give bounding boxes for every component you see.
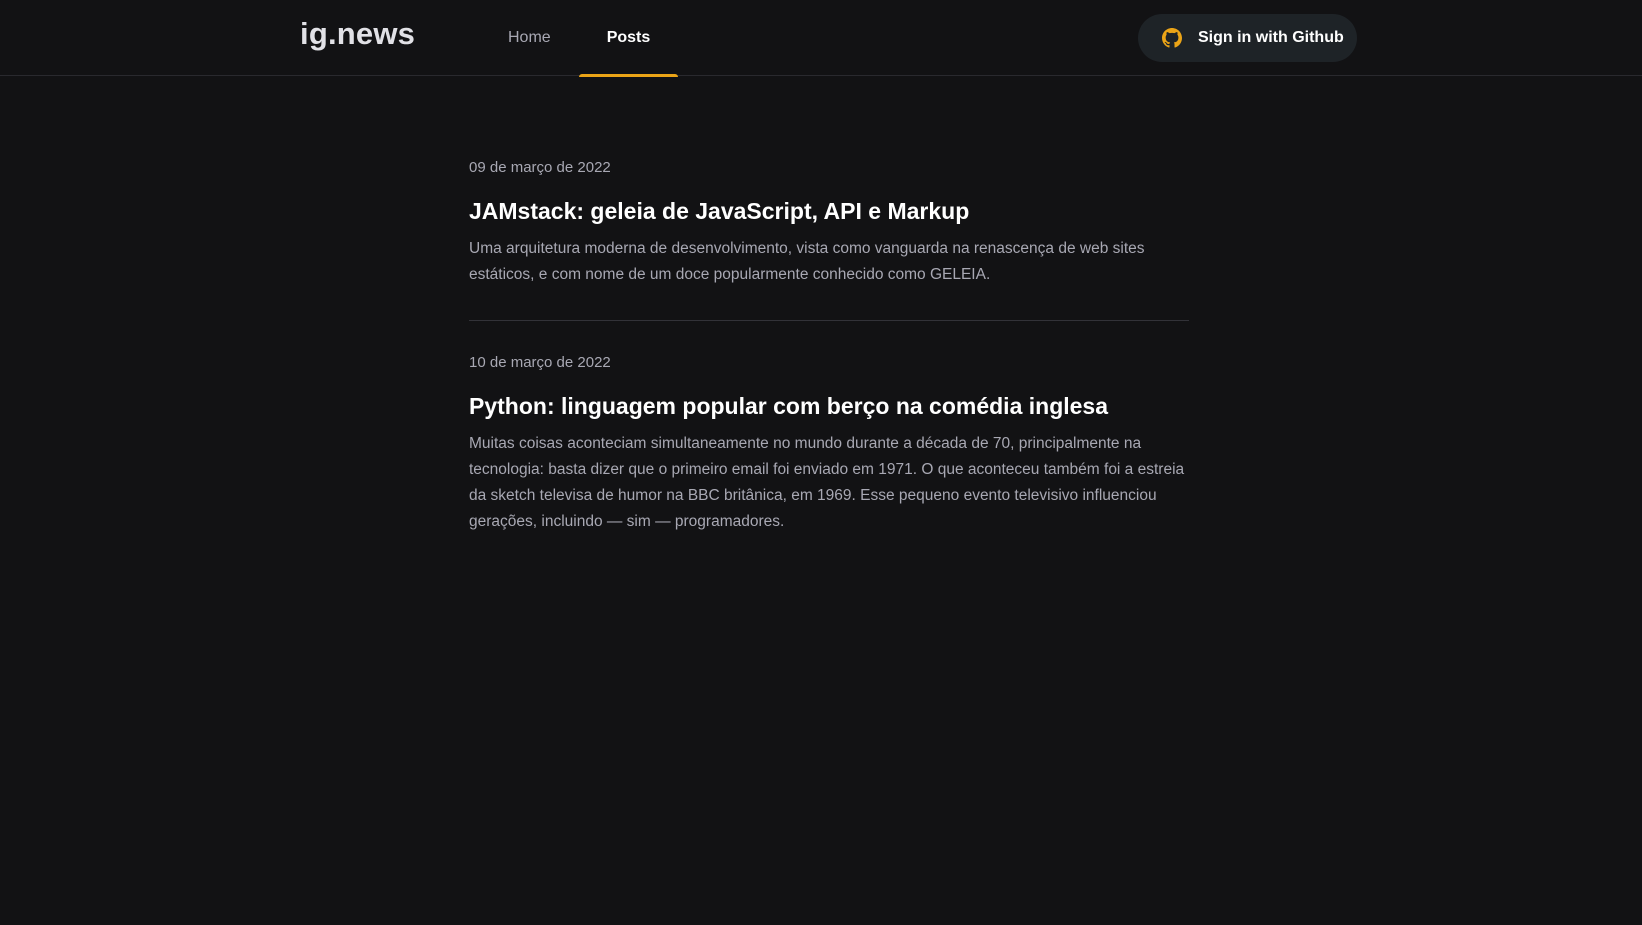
post-title[interactable]: Python: linguagem popular com berço na c… [469, 391, 1189, 421]
nav-link-posts[interactable]: Posts [578, 0, 679, 77]
sign-in-label: Sign in with Github [1198, 29, 1344, 46]
nav-link-home[interactable]: Home [480, 0, 579, 76]
post-item[interactable]: 10 de março de 2022 Python: linguagem po… [469, 321, 1189, 567]
site-header: ig.news Home Posts Sign in with Github [0, 0, 1642, 77]
post-date: 10 de março de 2022 [469, 354, 611, 371]
post-item[interactable]: 09 de março de 2022 JAMstack: geleia de … [469, 138, 1189, 321]
sign-in-github-button[interactable]: Sign in with Github [1138, 14, 1357, 62]
logo[interactable]: ig.news [300, 16, 415, 52]
posts-list: 09 de março de 2022 JAMstack: geleia de … [469, 138, 1189, 567]
post-date: 09 de março de 2022 [469, 159, 611, 176]
post-excerpt: Muitas coisas aconteciam simultaneamente… [469, 435, 1185, 530]
post-excerpt: Uma arquitetura moderna de desenvolvimen… [469, 240, 1145, 283]
github-icon [1162, 28, 1182, 48]
post-title[interactable]: JAMstack: geleia de JavaScript, API e Ma… [469, 196, 1189, 226]
main-nav: Home Posts [480, 0, 679, 77]
